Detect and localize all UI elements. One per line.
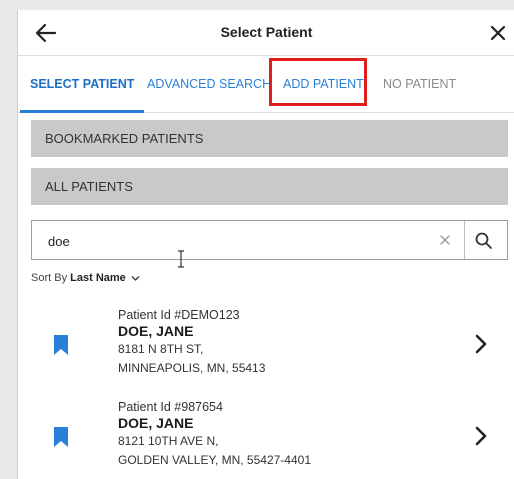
patient-id: Patient Id #987654 bbox=[118, 400, 223, 414]
sort-selector[interactable]: Sort By Last Name bbox=[31, 272, 140, 284]
tab-bar: SELECT PATIENT ADVANCED SEARCH ADD PATIE… bbox=[18, 56, 514, 113]
patient-name: DOE, JANE bbox=[118, 415, 194, 431]
chevron-right-icon[interactable] bbox=[474, 425, 488, 447]
bookmark-icon[interactable] bbox=[54, 335, 68, 355]
text-cursor-icon bbox=[178, 250, 184, 268]
dialog-title: Select Patient bbox=[220, 24, 313, 40]
patient-id: Patient Id #DEMO123 bbox=[118, 308, 240, 322]
close-icon bbox=[490, 25, 506, 41]
patient-address-line2: GOLDEN VALLEY, MN, 55427-4401 bbox=[118, 453, 311, 467]
all-patients-section[interactable]: ALL PATIENTS bbox=[31, 168, 508, 205]
search-box bbox=[31, 220, 508, 261]
bookmarked-patients-section[interactable]: BOOKMARKED PATIENTS bbox=[31, 120, 508, 157]
sort-prefix: Sort By bbox=[31, 272, 68, 284]
bookmark-icon[interactable] bbox=[54, 427, 68, 447]
tab-advanced-search[interactable]: ADVANCED SEARCH bbox=[147, 56, 271, 112]
search-button[interactable] bbox=[474, 231, 494, 251]
search-input[interactable] bbox=[32, 221, 440, 261]
clear-icon bbox=[440, 235, 450, 245]
patient-row[interactable]: Patient Id #987654 DOE, JANE 8121 10TH A… bbox=[18, 399, 514, 479]
search-divider bbox=[464, 221, 465, 259]
patient-address-line1: 8121 10TH AVE N, bbox=[118, 434, 219, 448]
chevron-down-icon bbox=[131, 275, 140, 281]
dialog-header: Select Patient bbox=[18, 10, 514, 56]
patient-row[interactable]: Patient Id #DEMO123 DOE, JANE 8181 N 8TH… bbox=[18, 307, 514, 393]
patient-address-line2: MINNEAPOLIS, MN, 55413 bbox=[118, 361, 266, 375]
search-icon bbox=[475, 232, 492, 249]
chevron-right-icon[interactable] bbox=[474, 333, 488, 355]
add-patient-highlight bbox=[269, 58, 367, 106]
tab-no-patient[interactable]: NO PATIENT bbox=[383, 56, 456, 112]
close-button[interactable] bbox=[489, 24, 507, 42]
patient-name: DOE, JANE bbox=[118, 323, 194, 339]
sort-field: Last Name bbox=[70, 272, 126, 284]
patient-info: Patient Id #987654 DOE, JANE 8121 10TH A… bbox=[118, 399, 311, 470]
patient-info: Patient Id #DEMO123 DOE, JANE 8181 N 8TH… bbox=[118, 307, 265, 378]
patient-address-line1: 8181 N 8TH ST, bbox=[118, 342, 204, 356]
select-patient-dialog: Select Patient SELECT PATIENT ADVANCED S… bbox=[17, 10, 514, 479]
clear-search-button[interactable] bbox=[438, 233, 452, 247]
tab-select-patient[interactable]: SELECT PATIENT bbox=[19, 56, 145, 113]
